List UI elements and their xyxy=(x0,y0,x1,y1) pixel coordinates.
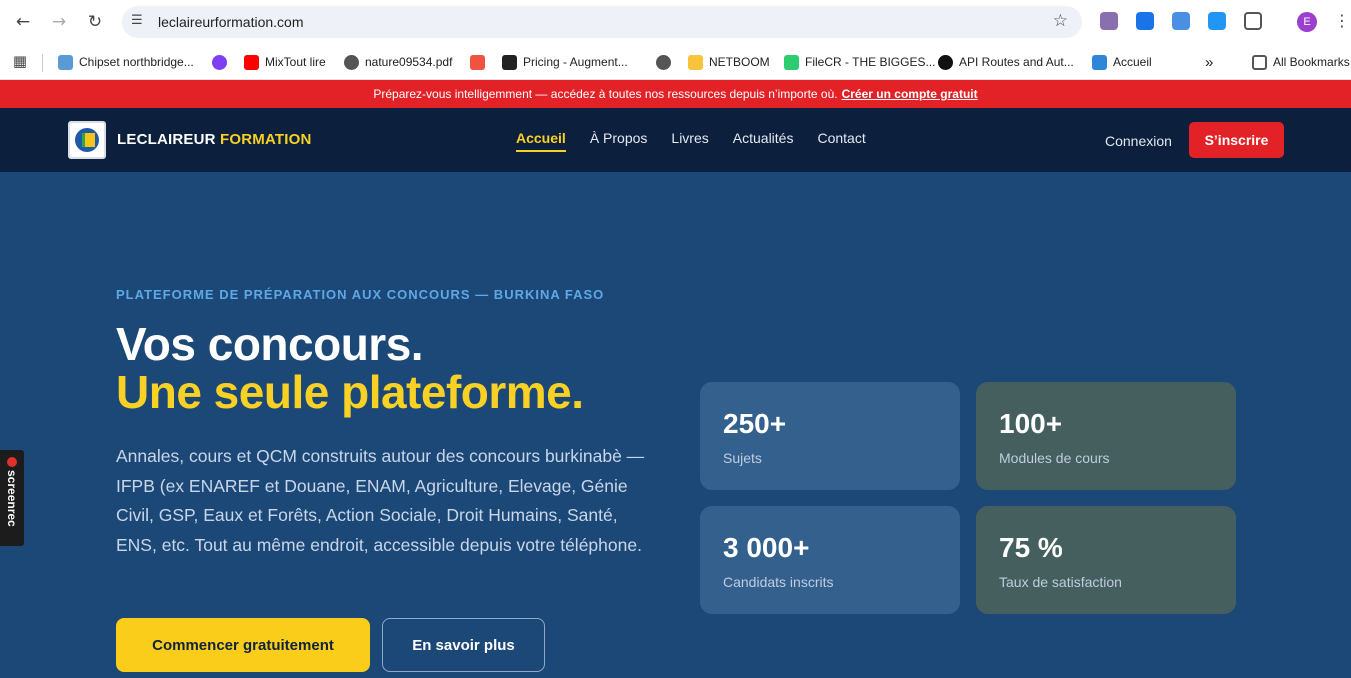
record-dot-icon xyxy=(7,457,17,467)
nav-livres[interactable]: Livres xyxy=(671,130,708,152)
bookmark-item[interactable]: nature09534.pdf xyxy=(344,52,452,72)
extensions-puzzle-icon[interactable] xyxy=(1244,12,1262,30)
menu-kebab-icon[interactable]: ⋮ xyxy=(1334,11,1350,30)
stat-card-candidates: 3 000+ Candidats inscrits xyxy=(700,506,960,614)
site-logo[interactable] xyxy=(68,121,106,159)
learn-more-button[interactable]: En savoir plus xyxy=(382,618,545,672)
folder-icon xyxy=(1252,54,1267,70)
start-free-button[interactable]: Commencer gratuitement xyxy=(116,618,370,672)
hero-eyebrow: PLATEFORME DE PRÉPARATION AUX CONCOURS —… xyxy=(116,287,605,302)
login-link[interactable]: Connexion xyxy=(1105,133,1172,149)
bookmark-item[interactable]: MixTout lire xyxy=(244,52,326,72)
extension-shield-icon[interactable] xyxy=(1208,12,1226,30)
globe-icon xyxy=(344,54,359,70)
bookmark-item[interactable]: FileCR - THE BIGGES... xyxy=(784,52,935,72)
hero-section: PLATEFORME DE PRÉPARATION AUX CONCOURS —… xyxy=(0,172,1351,678)
promo-text: Préparez-vous intelligemment — accédez à… xyxy=(373,87,838,101)
logo-emblem-icon xyxy=(75,128,99,152)
bookmarks-bar: ▦ Chipset northbridge... MixTout lire na… xyxy=(0,44,1351,80)
forward-icon[interactable]: → xyxy=(48,11,70,33)
main-nav: Accueil À Propos Livres Actualités Conta… xyxy=(516,130,866,152)
bookmark-item[interactable] xyxy=(470,52,485,72)
hero-title-line1: Vos concours. xyxy=(116,318,424,370)
youtube-icon xyxy=(244,54,259,70)
stat-card-satisfaction: 75 % Taux de satisfaction xyxy=(976,506,1236,614)
laravel-icon xyxy=(470,54,485,70)
bookmark-item[interactable]: Chipset northbridge... xyxy=(58,52,194,72)
stat-label: Taux de satisfaction xyxy=(999,574,1122,590)
stat-value: 3 000+ xyxy=(723,532,810,563)
signup-button[interactable]: S’inscrire xyxy=(1189,122,1284,158)
site-info-icon[interactable]: ☰ xyxy=(131,13,143,28)
screenrec-label: screenrec xyxy=(5,470,19,527)
brand-name[interactable]: LECLAIREUR FORMATION xyxy=(117,131,312,148)
chipset-favicon-icon xyxy=(58,54,73,70)
stat-value: 75 % xyxy=(999,532,1063,563)
nav-accueil[interactable]: Accueil xyxy=(516,130,566,152)
bookmark-item[interactable]: Accueil xyxy=(1092,52,1152,72)
extension-doc-icon[interactable] xyxy=(1172,12,1190,30)
augment-icon xyxy=(502,54,517,70)
globe-icon xyxy=(656,54,671,70)
netboom-icon xyxy=(688,54,703,70)
hero-title-line2: Une seule plateforme. xyxy=(116,366,584,418)
extension-cat-icon[interactable] xyxy=(1100,12,1118,30)
apps-grid-icon[interactable]: ▦ xyxy=(9,50,31,72)
create-account-link[interactable]: Créer un compte gratuit xyxy=(842,87,978,101)
stat-label: Candidats inscrits xyxy=(723,574,834,590)
stat-value: 250+ xyxy=(723,408,787,439)
more-bookmarks-chevron-icon[interactable]: » xyxy=(1205,52,1213,72)
bookmark-item[interactable]: NETBOOM xyxy=(688,52,770,72)
promo-banner: Préparez-vous intelligemment — accédez à… xyxy=(0,80,1351,108)
screenrec-widget[interactable]: screenrec xyxy=(0,450,24,546)
divider xyxy=(42,54,43,72)
api-routes-icon xyxy=(938,54,953,70)
profile-avatar[interactable]: E xyxy=(1297,12,1317,32)
address-bar[interactable]: ☰ leclaireurformation.com ☆ xyxy=(122,6,1082,38)
purple-logo-icon xyxy=(212,54,227,70)
stat-card-subjects: 250+ Sujets xyxy=(700,382,960,490)
bookmark-item[interactable]: Pricing - Augment... xyxy=(502,52,628,72)
nav-a-propos[interactable]: À Propos xyxy=(590,130,648,152)
back-icon[interactable]: ← xyxy=(12,11,34,33)
stat-label: Sujets xyxy=(723,450,762,466)
url-text[interactable]: leclaireurformation.com xyxy=(158,14,304,30)
bookmark-item[interactable] xyxy=(212,52,227,72)
accueil-favicon-icon xyxy=(1092,54,1107,70)
all-bookmarks-folder[interactable]: All Bookmarks xyxy=(1252,52,1350,72)
browser-toolbar: ← → ↻ ☰ leclaireurformation.com ☆ E ⋮ xyxy=(0,0,1351,44)
bookmark-star-icon[interactable]: ☆ xyxy=(1053,11,1068,31)
stat-value: 100+ xyxy=(999,408,1063,439)
extension-translate-icon[interactable] xyxy=(1136,12,1154,30)
nav-contact[interactable]: Contact xyxy=(817,130,865,152)
nav-actualites[interactable]: Actualités xyxy=(733,130,794,152)
filecr-icon xyxy=(784,54,799,70)
reload-icon[interactable]: ↻ xyxy=(84,11,106,33)
stat-label: Modules de cours xyxy=(999,450,1110,466)
site-header: LECLAIREUR FORMATION Accueil À Propos Li… xyxy=(0,108,1351,172)
stat-card-modules: 100+ Modules de cours xyxy=(976,382,1236,490)
bookmark-item[interactable] xyxy=(656,52,671,72)
bookmark-item[interactable]: API Routes and Aut... xyxy=(938,52,1074,72)
hero-description: Annales, cours et QCM construits autour … xyxy=(116,446,645,555)
